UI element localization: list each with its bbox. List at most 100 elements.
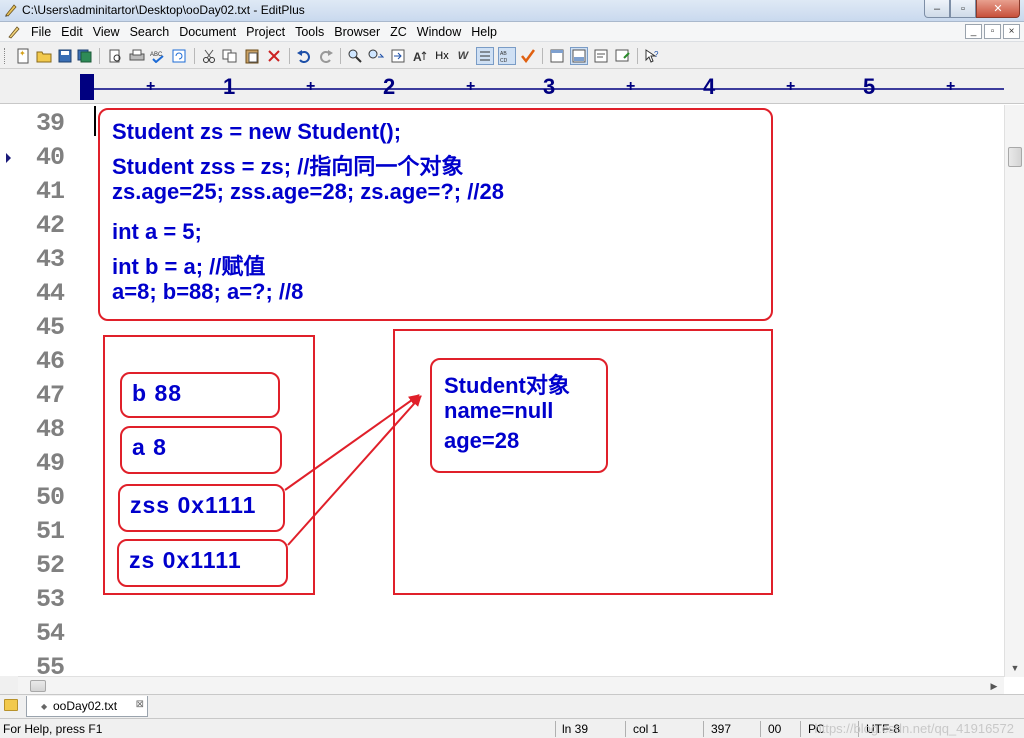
- document-modified-icon: ◆: [41, 702, 48, 711]
- scroll-right-icon[interactable]: ▶: [986, 677, 1002, 695]
- editor-area[interactable]: + + + + + + 1 2 3 4 5 39 40 41 42 43 44 45 46 47 48 49 5…: [0, 70, 1024, 694]
- mdi-minimize-button[interactable]: _: [965, 24, 982, 39]
- hex-view-icon[interactable]: Hx: [433, 47, 451, 65]
- status-char-count: 397: [711, 722, 732, 736]
- save-icon[interactable]: [56, 47, 74, 65]
- document-tab-label: ooDay02.txt: [53, 699, 118, 713]
- line-number: 41: [35, 177, 65, 206]
- code-box: Student zs = new Student(); Student zss …: [98, 108, 773, 321]
- print-preview-icon[interactable]: [106, 47, 124, 65]
- menu-search[interactable]: Search: [125, 24, 175, 40]
- find-icon[interactable]: [346, 47, 364, 65]
- menu-window[interactable]: Window: [412, 24, 466, 40]
- ruler-number: 1: [223, 74, 236, 99]
- object-line: name=null: [444, 398, 554, 423]
- document-tab-strip: ◆ ooDay02.txt ⊠: [0, 694, 1024, 718]
- minimize-button[interactable]: –: [924, 0, 950, 18]
- object-line: age=28: [444, 428, 520, 453]
- ruler: + + + + + + 1 2 3 4 5: [0, 70, 1024, 104]
- cut-icon[interactable]: [200, 47, 218, 65]
- vertical-scroll-thumb[interactable]: [1008, 147, 1022, 167]
- context-help-icon[interactable]: ?: [643, 47, 661, 65]
- close-button[interactable]: ✕: [976, 0, 1020, 18]
- svg-text:A: A: [413, 50, 422, 63]
- ruler-tick: +: [786, 78, 796, 95]
- goto-line-icon[interactable]: [390, 47, 408, 65]
- title-bar: C:\Users\adminitartor\Desktop\ooDay02.tx…: [0, 0, 1024, 22]
- menu-view[interactable]: View: [88, 24, 125, 40]
- ruler-tick: +: [146, 78, 156, 95]
- line-number: 54: [35, 619, 65, 648]
- cliptext-window-icon[interactable]: [592, 47, 610, 65]
- code-line: Student zss = zs; //指向同一个对象: [112, 154, 464, 179]
- vertical-scrollbar[interactable]: ▼: [1004, 105, 1024, 677]
- scroll-down-icon[interactable]: ▼: [1005, 659, 1024, 677]
- menu-tools[interactable]: Tools: [290, 24, 329, 40]
- mdi-close-button[interactable]: ×: [1003, 24, 1020, 39]
- object-line: Student对象: [444, 373, 570, 398]
- toolbar-grip[interactable]: [4, 48, 7, 64]
- status-bar: For Help, press F1 ln 39 col 1 397 00 PC…: [0, 718, 1024, 738]
- print-icon[interactable]: [128, 47, 146, 65]
- font-size-icon[interactable]: A: [412, 47, 430, 65]
- menu-document[interactable]: Document: [174, 24, 241, 40]
- stack-slot-text: b 88: [132, 380, 183, 406]
- line-number-toggle-icon[interactable]: [476, 47, 494, 65]
- spellcheck-icon[interactable]: ABC: [149, 47, 167, 65]
- menu-help[interactable]: Help: [466, 24, 502, 40]
- svg-text:CD: CD: [500, 58, 508, 63]
- menu-bar: File Edit View Search Document Project Tools Br…: [0, 22, 1024, 42]
- horizontal-scrollbar[interactable]: ▶: [18, 676, 1004, 694]
- maximize-button[interactable]: ▫: [950, 0, 976, 18]
- mdi-restore-button[interactable]: ▫: [984, 24, 1001, 39]
- redo-icon[interactable]: [317, 47, 335, 65]
- menu-browser[interactable]: Browser: [329, 24, 385, 40]
- menu-zc[interactable]: ZC: [385, 24, 412, 40]
- code-line: int b = a; //赋值: [112, 254, 266, 279]
- tab-close-icon[interactable]: ⊠: [136, 699, 144, 710]
- svg-text:?: ?: [654, 50, 659, 59]
- document-pencil-icon[interactable]: [6, 24, 22, 40]
- menu-project[interactable]: Project: [241, 24, 290, 40]
- status-char-code: 00: [768, 722, 782, 736]
- current-line-marker: [6, 153, 11, 163]
- undo-icon[interactable]: [295, 47, 313, 65]
- status-column: col 1: [633, 722, 659, 736]
- line-number: 42: [35, 211, 65, 240]
- line-number: 46: [35, 347, 65, 376]
- status-line: ln 39: [562, 722, 589, 736]
- ruler-toggle-icon[interactable]: AB CD: [498, 47, 516, 65]
- stack-slot-a: a 8: [120, 426, 282, 474]
- ruler-number: 3: [543, 74, 556, 99]
- code-line: a=8; b=88; a=?; //8: [112, 279, 304, 304]
- line-number: 39: [35, 109, 65, 138]
- line-number: 50: [35, 483, 65, 512]
- directory-window-icon[interactable]: [548, 47, 566, 65]
- paste-icon[interactable]: [243, 47, 261, 65]
- copy-icon[interactable]: [221, 47, 239, 65]
- delete-icon[interactable]: [265, 47, 283, 65]
- ruler-number: 4: [703, 74, 716, 99]
- folder-icon[interactable]: [4, 699, 18, 711]
- horizontal-scroll-thumb[interactable]: [30, 680, 46, 692]
- open-folder-icon[interactable]: [35, 47, 53, 65]
- drawing-canvas: Student zs = new Student(); Student zss …: [80, 105, 1004, 675]
- browser-window-icon[interactable]: [614, 47, 632, 65]
- line-number: 43: [35, 245, 65, 274]
- svg-text:AB: AB: [500, 51, 507, 57]
- stack-slot-text: zss 0x1111: [130, 492, 257, 518]
- line-number: 51: [35, 517, 65, 546]
- menu-file[interactable]: File: [26, 24, 56, 40]
- line-number: 47: [35, 381, 65, 410]
- save-all-icon[interactable]: [76, 47, 94, 65]
- new-file-icon[interactable]: ✦: [14, 47, 32, 65]
- output-window-icon[interactable]: [570, 47, 588, 65]
- document-tab[interactable]: ◆ ooDay02.txt ⊠: [26, 696, 148, 717]
- replace-icon[interactable]: [367, 47, 385, 65]
- line-number: 40: [35, 143, 65, 172]
- student-object-box: Student对象 name=null age=28: [430, 358, 608, 473]
- menu-edit[interactable]: Edit: [56, 24, 88, 40]
- word-wrap-icon[interactable]: W: [454, 47, 472, 65]
- refresh-icon[interactable]: [170, 47, 188, 65]
- checkmark-icon[interactable]: [519, 47, 537, 65]
